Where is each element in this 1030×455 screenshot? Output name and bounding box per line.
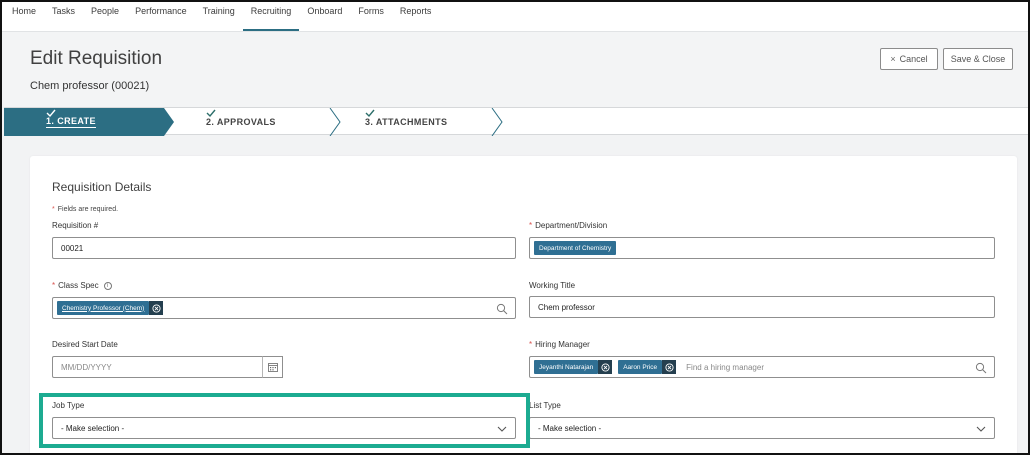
checkmark-icon [365, 109, 375, 118]
search-icon[interactable] [496, 303, 508, 315]
requisition-details-card: Requisition Details * Fields are required… [30, 156, 1017, 453]
class-spec-chip-label[interactable]: Chemistry Professor (Chem) [57, 301, 150, 315]
chevron-down-icon [497, 426, 507, 432]
page-header: Edit Requisition Chem professor (00021) … [2, 32, 1028, 107]
nav-people[interactable]: People [83, 2, 127, 31]
page-title: Edit Requisition [30, 48, 163, 69]
section-title: Requisition Details [52, 180, 152, 194]
page-subtitle: Chem professor (00021) [30, 80, 150, 92]
hiring-manager-chip: Aaron Price [618, 360, 677, 374]
hiring-manager-chip: Jeyanthi Natarajan [534, 360, 613, 374]
nav-performance[interactable]: Performance [127, 2, 195, 31]
job-type-label: Job Type [52, 401, 85, 410]
nav-training[interactable]: Training [195, 2, 243, 31]
step-approvals-label: 2. APPROVALS [206, 117, 276, 127]
chevron-down-icon [976, 426, 986, 432]
required-note: * Fields are required. [52, 206, 119, 213]
hiring-manager-placeholder: Find a hiring manager [686, 362, 764, 372]
start-date-input[interactable]: MM/DD/YYYY [52, 356, 264, 378]
checkmark-icon [206, 109, 216, 118]
remove-chip-icon[interactable] [662, 360, 677, 374]
step-3-divider [491, 108, 503, 136]
save-close-button-label: Save & Close [950, 54, 1006, 64]
info-icon[interactable]: i [103, 281, 112, 290]
hiring-manager-label: * Hiring Manager [529, 340, 590, 349]
department-input[interactable]: Department of Chemistry [529, 237, 995, 259]
hiring-manager-chip-label[interactable]: Aaron Price [618, 360, 663, 374]
start-date-label: Desired Start Date [52, 340, 118, 349]
checkmark-icon [46, 109, 56, 118]
list-type-label: List Type [529, 401, 561, 410]
calendar-icon [267, 363, 278, 372]
step-approvals[interactable]: 2. APPROVALS [206, 108, 276, 136]
nav-tasks[interactable]: Tasks [44, 2, 83, 31]
cancel-button[interactable]: × Cancel [880, 48, 938, 70]
department-label: * Department/Division [529, 221, 608, 230]
search-icon[interactable] [975, 362, 987, 374]
required-star: * [52, 206, 55, 213]
hiring-manager-chip-label[interactable]: Jeyanthi Natarajan [534, 360, 599, 374]
cancel-button-label: Cancel [899, 54, 928, 64]
save-close-button[interactable]: Save & Close [943, 48, 1013, 70]
step-attachments[interactable]: 3. ATTACHMENTS [365, 108, 447, 136]
class-spec-input[interactable]: Chemistry Professor (Chem) [52, 297, 516, 319]
job-type-select[interactable]: - Make selection - [52, 417, 516, 439]
nav-reports[interactable]: Reports [392, 2, 440, 31]
nav-recruiting[interactable]: Recruiting [242, 2, 300, 31]
app-frame: Home Tasks People Performance Training R… [0, 0, 1030, 455]
step-2-divider [329, 108, 341, 136]
class-spec-chip: Chemistry Professor (Chem) [57, 301, 164, 315]
nav-home[interactable]: Home [4, 2, 44, 31]
calendar-button[interactable] [262, 356, 283, 378]
department-chip[interactable]: Department of Chemistry [534, 241, 617, 255]
working-title-input[interactable]: Chem professor [529, 296, 995, 318]
remove-chip-icon[interactable] [598, 360, 613, 374]
list-type-select[interactable]: - Make selection - [529, 417, 995, 439]
working-title-label: Working Title [529, 281, 576, 290]
class-spec-label: * Class Spec i [52, 281, 112, 290]
nav-forms[interactable]: Forms [350, 2, 392, 31]
step-create[interactable]: 1. CREATE [46, 108, 96, 136]
progress-stepper: 1. CREATE 2. APPROVALS 3. ATTACHMENTS [4, 107, 1028, 136]
top-nav: Home Tasks People Performance Training R… [2, 2, 1028, 32]
remove-chip-icon[interactable] [149, 301, 164, 315]
requisition-number-label: Requisition # [52, 221, 99, 230]
hiring-manager-input[interactable]: Jeyanthi Natarajan Aaron Price Find a hi… [529, 356, 995, 378]
step-attachments-label: 3. ATTACHMENTS [365, 117, 448, 127]
requisition-number-input[interactable]: 00021 [52, 237, 516, 259]
nav-onboard[interactable]: Onboard [299, 2, 350, 31]
stepper-shapes [4, 108, 503, 136]
close-icon: × [890, 54, 896, 64]
